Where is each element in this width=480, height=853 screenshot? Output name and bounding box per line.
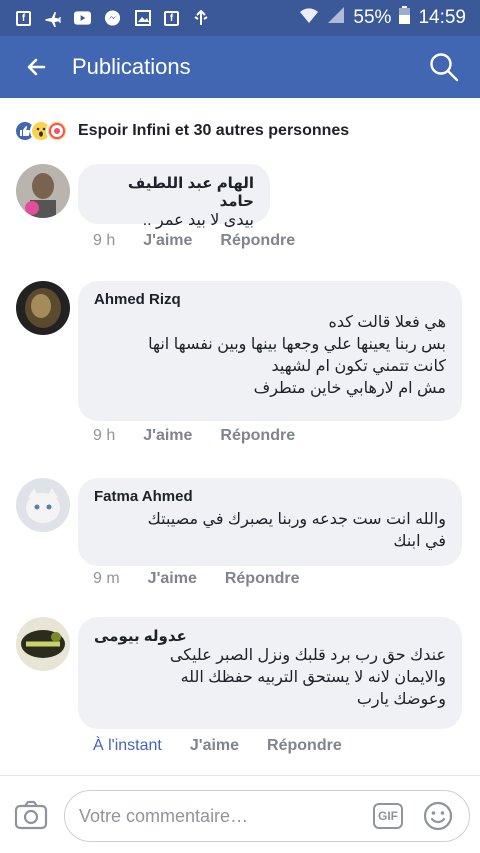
reaction-icons [14,120,68,142]
notification-icons: f f [0,10,209,27]
like-link[interactable]: J'aime [143,232,192,250]
battery-percent: 55% [353,7,392,28]
comment-bubble[interactable]: عدوله بيومى عندك حق رب برد قلبك ونزل الص… [78,617,462,729]
reply-link[interactable]: Répondre [220,427,295,445]
comment-item: عدوله بيومى عندك حق رب برد قلبك ونزل الص… [0,617,480,767]
reply-link[interactable]: Répondre [225,570,300,588]
avatar[interactable] [16,478,70,532]
facebook-icon: f [16,10,31,26]
status-right: 55% 14:59 [299,6,480,30]
comment-bubble[interactable]: Ahmed Rizq هي فعلا قالت كده بس ربنا يعين… [78,281,462,421]
comment-time: À l'instant [93,737,162,754]
gif-button[interactable]: GIF [373,803,403,829]
avatar[interactable] [16,164,70,218]
signal-icon [327,6,345,30]
comment-author[interactable]: الهام عبد اللطيف حامد [94,174,254,210]
camera-button[interactable] [14,800,48,830]
wifi-icon [299,6,319,30]
reactions-summary[interactable]: Espoir Infini et 30 autres personnes [0,98,480,164]
avatar[interactable] [16,617,70,671]
comment-author[interactable]: Fatma Ahmed [94,488,446,505]
comment-author[interactable]: Ahmed Rizq [94,291,446,308]
battery-icon [399,6,411,30]
messenger-icon [104,10,121,27]
comment-bubble[interactable]: Fatma Ahmed والله انت ست جدعه وربنا يصبر… [78,478,462,566]
comment-item: Fatma Ahmed والله انت ست جدعه وربنا يصبر… [0,478,480,608]
comment-text: والله انت ست جدعه وربنا يصبرك في مصيبتك … [147,511,446,550]
reply-link[interactable]: Répondre [220,232,295,250]
comment-composer: Votre commentaire… GIF [0,775,480,853]
comment-item: Ahmed Rizq هي فعلا قالت كده بس ربنا يعين… [0,281,480,461]
comment-bubble[interactable]: الهام عبد اللطيف حامد بيدى لا بيد عمر .. [78,164,270,229]
facebook-icon: f [164,10,179,26]
search-button[interactable] [408,36,480,98]
page-title: Publications [72,54,191,79]
comment-actions: 9 m J'aime Répondre [93,570,300,588]
back-button[interactable] [0,36,72,98]
camera-icon [14,800,48,830]
airplane-icon [44,10,61,27]
comment-text: عندك حق رب برد قلبك ونزل الصبر عليكى وال… [169,647,446,708]
avatar[interactable] [16,281,70,335]
comment-actions: À l'instant J'aime Répondre [93,737,342,755]
comment-text: بيدى لا بيد عمر .. [142,212,254,229]
gallery-icon [134,10,151,27]
comment-time: 9 m [93,570,120,587]
clock: 14:59 [418,7,466,28]
comment-input-placeholder: Votre commentaire… [79,805,249,826]
sad-reaction-icon [46,120,68,142]
comment-item: الهام عبد اللطيف حامد بيدى لا بيد عمر ..… [0,164,480,264]
search-icon [430,53,459,82]
comment-author[interactable]: عدوله بيومى [94,627,446,645]
status-bar: f f 55% 14:59 [0,0,480,36]
like-link[interactable]: J'aime [143,427,192,445]
youtube-icon [74,10,91,27]
app-bar: Publications [0,36,480,98]
comment-actions: 9 h J'aime Répondre [93,427,295,445]
comment-time: 9 h [93,232,116,249]
emoji-button[interactable] [423,801,453,831]
like-link[interactable]: J'aime [148,570,197,588]
comment-time: 9 h [93,427,116,444]
reply-link[interactable]: Répondre [267,737,342,755]
comment-text: هي فعلا قالت كده بس ربنا يعينها علي وجعه… [148,314,446,397]
back-arrow-icon [27,58,46,76]
smiley-icon [423,801,453,831]
comment-input[interactable]: Votre commentaire… GIF [64,790,470,842]
like-link[interactable]: J'aime [190,737,239,755]
comment-actions: 9 h J'aime Répondre [93,232,295,250]
reactions-text: Espoir Infini et 30 autres personnes [78,122,350,139]
usb-icon [192,10,209,27]
